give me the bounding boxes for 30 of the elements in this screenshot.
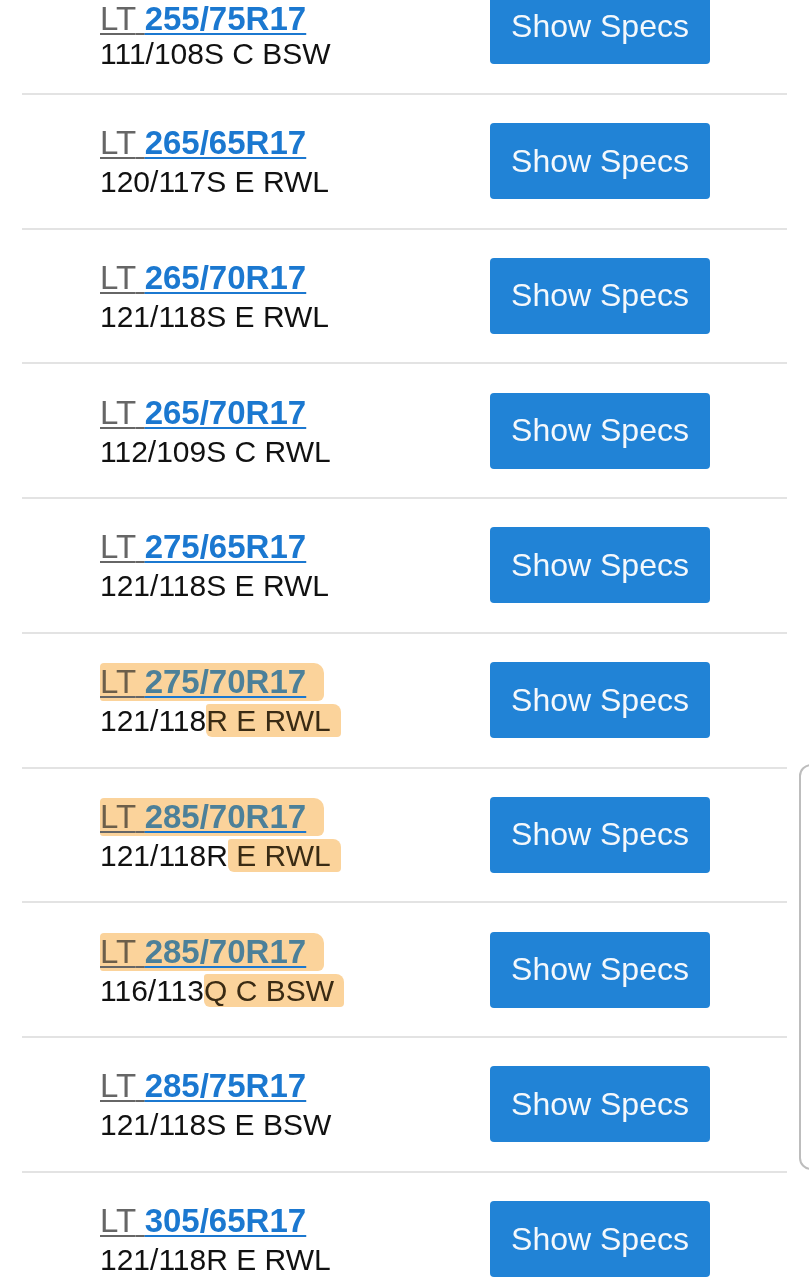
load-speed-text: 121/118S E RWL (100, 299, 330, 334)
tire-size-link[interactable]: LT 285/70R17 (100, 932, 325, 971)
tire-size-link[interactable]: LT 255/75R17 (100, 0, 309, 38)
load-speed-text: 121/118R E RWL (100, 704, 341, 739)
load-speed-text: 121/118S E RWL (100, 569, 330, 604)
tire-size-link[interactable]: LT 265/70R17 (100, 258, 309, 297)
show-specs-button[interactable]: Show Specs (490, 123, 710, 200)
tire-size-link[interactable]: LT 275/65R17 (100, 528, 309, 567)
tire-size-link[interactable]: LT 305/65R17 (100, 1202, 309, 1241)
show-specs-button[interactable]: Show Specs (490, 257, 710, 334)
load-speed-text: 116/113Q C BSW (100, 973, 344, 1008)
load-speed-text: 121/118R E RWL (100, 838, 341, 873)
show-specs-button[interactable]: Show Specs (490, 796, 710, 873)
tire-size-link[interactable]: LT 275/70R17 (100, 663, 325, 702)
load-speed-text: 121/118R E RWL (100, 1243, 331, 1278)
show-specs-button[interactable]: Show Specs (490, 1201, 710, 1278)
show-specs-button[interactable]: Show Specs (490, 931, 710, 1008)
show-specs-button[interactable]: Show Specs (490, 527, 710, 604)
show-specs-button[interactable]: Show Specs (490, 1066, 710, 1143)
load-speed-text: 111/108S C BSW (100, 37, 331, 71)
load-speed-text: 112/109S C RWL (100, 434, 331, 469)
tire-size-link[interactable]: LT 285/75R17 (100, 1067, 309, 1106)
tire-size-link[interactable]: LT 265/65R17 (100, 124, 309, 163)
show-specs-button[interactable]: Show Specs (490, 662, 710, 739)
load-speed-text: 120/117S E RWL (100, 165, 330, 200)
tire-size-link[interactable]: LT 265/70R17 (100, 393, 309, 432)
tire-size-link[interactable]: LT 285/70R17 (100, 797, 325, 836)
show-specs-button[interactable]: Show Specs (490, 0, 710, 64)
show-specs-button[interactable]: Show Specs (490, 392, 710, 469)
load-speed-text: 121/118S E BSW (100, 1108, 332, 1143)
